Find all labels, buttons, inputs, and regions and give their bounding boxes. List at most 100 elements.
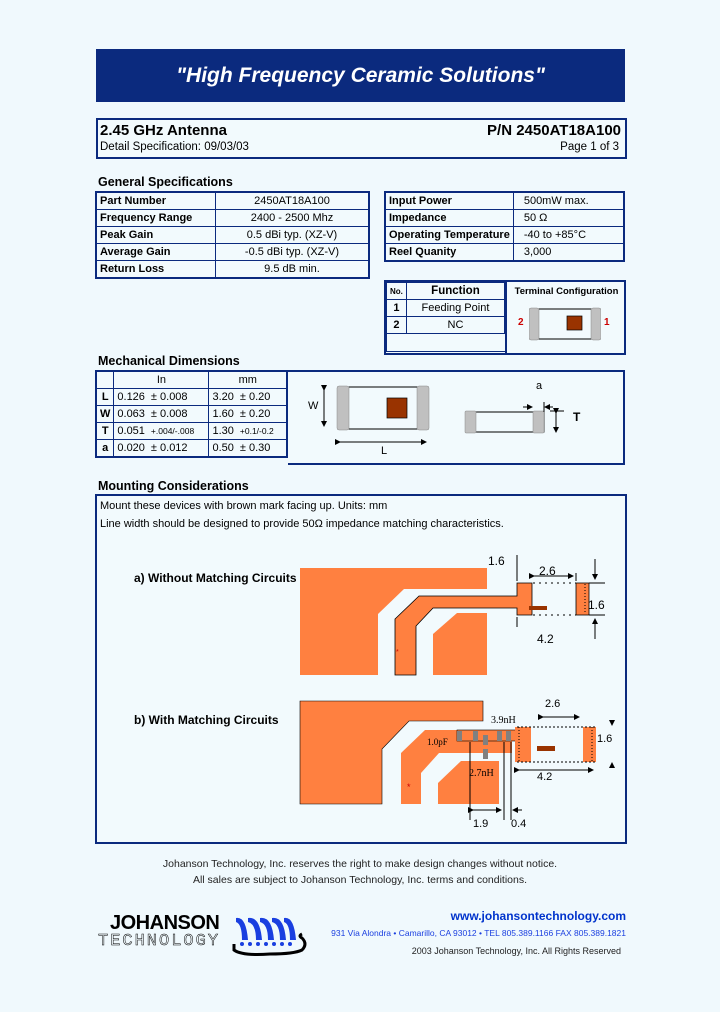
slogan-text: "High Frequency Ceramic Solutions" (176, 63, 545, 87)
function-row: 1 Feeding Point (386, 299, 506, 317)
notice-terms: All sales are subject to Johanson Techno… (192, 874, 528, 886)
width-label: W (308, 400, 319, 412)
function-table: No. Function 1 Feeding Point 2 NC (386, 282, 506, 352)
terminal-config-box: No. Function 1 Feeding Point 2 NC Termin… (384, 280, 626, 355)
a-dim-1-6-top: 1.6 (488, 554, 505, 568)
inductor-3-9nh-label: 3.9nH (491, 715, 516, 726)
mm-value: 0.50 (212, 442, 234, 454)
empty-row (386, 333, 505, 352)
inch-value-cell: 0.020 ± 0.012 (113, 439, 210, 458)
page-indicator: Page 1 of 3 (560, 141, 619, 153)
spec-value: 50 Ω (512, 209, 625, 227)
length-label: L (381, 445, 388, 457)
chip-top-view-icon (529, 307, 601, 341)
spec-label: Peak Gain (95, 226, 216, 244)
dimension-symbol: T (95, 422, 115, 440)
b-dim-4-2: 4.2 (537, 771, 553, 783)
spec-row: Operating Temperature -40 to +85°C (384, 226, 625, 244)
pin-number: 1 (386, 299, 407, 317)
mounting-note-1: Mount these devices with brown mark faci… (100, 500, 388, 512)
spec-row: Peak Gain 0.5 dBi typ. (XZ-V) (95, 226, 370, 244)
layout-with-matching: * (299, 700, 615, 820)
document-header: 2.45 GHz Antenna P/N 2450AT18A100 Detail… (96, 118, 627, 159)
detail-spec-date: Detail Specification: 09/03/03 (100, 141, 249, 153)
mech-row: T 0.051 +.004/-.008 1.30 +0.1/-0.2 (95, 422, 288, 440)
mm-tolerance: +0.1/-0.2 (239, 426, 274, 436)
dimension-symbol: L (95, 388, 115, 406)
function-header: Function (405, 282, 506, 300)
pin-number: 2 (386, 316, 407, 334)
website-link[interactable]: www.johansontechnology.com (451, 909, 626, 923)
inch-tolerance: ± 0.008 (150, 408, 188, 420)
inch-value: 0.051 (117, 425, 145, 437)
inch-value: 0.063 (117, 408, 145, 420)
svg-text:*: * (396, 649, 399, 656)
pin-function: NC (405, 316, 506, 334)
general-specs-heading: General Specifications (98, 175, 233, 189)
mech-row: W 0.063 ± 0.008 1.60 ± 0.20 (95, 405, 288, 423)
product-title: 2.45 GHz Antenna (100, 122, 227, 139)
spec-value: 9.5 dB min. (215, 260, 370, 279)
dimension-symbol: a (95, 439, 115, 458)
mech-header-row: In mm (95, 370, 288, 389)
company-address: 931 Via Alondra • Camarillo, CA 93012 • … (331, 928, 626, 938)
general-specs-table-right: Input Power 500mW max. Impedance 50 Ω Operat… (384, 191, 625, 262)
spec-label: Impedance (384, 209, 514, 227)
spec-value: 3,000 (512, 243, 625, 262)
inch-tolerance: +.004/-.008 (150, 426, 195, 436)
mounting-box: Mount these devices with brown mark faci… (95, 494, 627, 844)
a-label: a (536, 380, 543, 392)
function-row: 2 NC (386, 316, 506, 334)
without-matching-label: a) Without Matching Circuits (134, 571, 297, 585)
mm-value: 1.30 (212, 425, 234, 437)
b-dim-1-9: 1.9 (473, 818, 489, 830)
inch-value: 0.020 (117, 442, 145, 454)
spec-label: Input Power (384, 191, 514, 210)
no-header: No. (386, 282, 407, 300)
spec-value: 2400 - 2500 Mhz (215, 209, 370, 227)
a-dim-4-2: 4.2 (537, 632, 554, 646)
spec-row: Part Number 2450AT18A100 (95, 191, 370, 210)
spec-value: 500mW max. (512, 191, 625, 210)
svg-text:*: * (407, 782, 411, 792)
spec-value: 2450AT18A100 (215, 191, 370, 210)
slogan-banner: "High Frequency Ceramic Solutions" (96, 49, 625, 102)
mech-row: L 0.126 ± 0.008 3.20 ± 0.20 (95, 388, 288, 406)
inch-value-cell: 0.126 ± 0.008 (113, 388, 210, 406)
spec-label: Average Gain (95, 243, 216, 261)
a-dim-1-6-right: 1.6 (588, 598, 605, 612)
logo-technology-text: TECHNOLOGY (98, 932, 221, 952)
terminal-config-header: Terminal Configuration (514, 286, 619, 297)
pin-label-left: 2 (518, 317, 524, 328)
inductor-2-7nh-label: 2.7nH (469, 768, 494, 779)
mm-tolerance: ± 0.30 (239, 442, 271, 454)
mech-row: a 0.020 ± 0.012 0.50 ± 0.30 (95, 439, 288, 458)
mechanical-heading: Mechanical Dimensions (98, 354, 240, 368)
mounting-heading: Mounting Considerations (98, 479, 249, 493)
inch-value-cell: 0.063 ± 0.008 (113, 405, 210, 423)
spec-value: 0.5 dBi typ. (XZ-V) (215, 226, 370, 244)
part-number-title: P/N 2450AT18A100 (487, 122, 621, 139)
spec-label: Return Loss (95, 260, 216, 279)
mm-tolerance: ± 0.20 (239, 408, 271, 420)
capacitor-1-0pf-label: 1.0pF (427, 737, 448, 747)
mm-value-cell: 1.30 +0.1/-0.2 (208, 422, 288, 440)
spec-row: Reel Quanity 3,000 (384, 243, 625, 262)
b-dim-2-6: 2.6 (545, 698, 561, 710)
layout-without-matching: * (300, 555, 605, 676)
with-matching-label: b) With Matching Circuits (134, 713, 279, 727)
inch-value: 0.126 (117, 391, 145, 403)
mm-value: 3.20 (212, 391, 234, 403)
spec-row: Return Loss 9.5 dB min. (95, 260, 370, 279)
mm-value-cell: 1.60 ± 0.20 (208, 405, 288, 423)
notice-design-changes: Johanson Technology, Inc. reserves the r… (162, 858, 558, 870)
pin-label-right: 1 (604, 317, 610, 328)
spec-row: Impedance 50 Ω (384, 209, 625, 227)
spec-label: Frequency Range (95, 209, 216, 227)
b-dim-0-4: 0.4 (511, 818, 527, 830)
mechanical-diagram-box: W L a T (288, 370, 625, 465)
mounting-note-2: Line width should be designed to provide… (100, 518, 504, 530)
dimension-symbol: W (95, 405, 115, 423)
copyright: 2003 Johanson Technology, Inc. All Right… (411, 946, 621, 956)
inch-tolerance: ± 0.012 (150, 442, 188, 454)
